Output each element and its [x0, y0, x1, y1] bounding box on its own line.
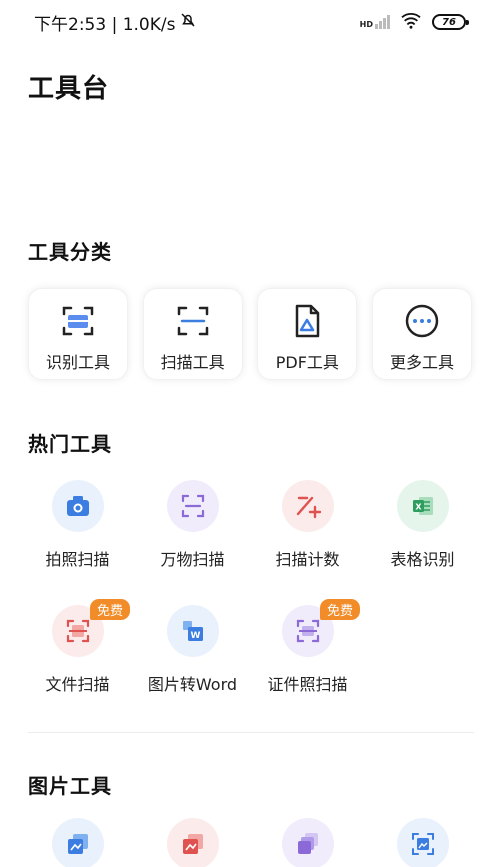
- tool-label: 万物扫描: [160, 550, 225, 569]
- tool-label: 表格识别: [390, 550, 455, 569]
- free-badge: 免费: [90, 599, 131, 620]
- status-time-speed: 下午2:53 | 1.0K/s: [34, 14, 176, 35]
- svg-text:W: W: [190, 631, 200, 641]
- more-icon: [404, 303, 440, 339]
- tool-label: 文件扫描: [45, 675, 110, 694]
- image-stack-icon: [281, 818, 334, 867]
- tool-label: 扫描计数: [275, 550, 340, 569]
- category-more[interactable]: 更多工具: [371, 288, 472, 380]
- wifi-icon: [400, 11, 422, 33]
- image-tool-3[interactable]: [250, 818, 365, 867]
- section-divider: [28, 732, 474, 733]
- category-list: 识别工具 扫描工具 PDF工具 更多工具: [28, 288, 472, 380]
- hot-tools-row-2: 免费 文件扫描 W 图片转Word 免费 证件照扫描: [20, 599, 480, 695]
- status-bar: 下午2:53 | 1.0K/s HD 76: [0, 0, 500, 44]
- tool-file-scan[interactable]: 免费 文件扫描: [20, 599, 135, 695]
- tool-id-photo-scan[interactable]: 免费 证件照扫描: [250, 599, 365, 695]
- tool-scan-count[interactable]: 扫描计数: [250, 480, 365, 570]
- signal-icon: HD: [360, 15, 390, 29]
- category-label: 扫描工具: [160, 353, 225, 372]
- image-edit-icon: [166, 818, 219, 867]
- count-icon: [281, 480, 334, 532]
- category-recognize[interactable]: 识别工具: [28, 288, 128, 380]
- category-label: 识别工具: [45, 353, 110, 372]
- section-title-image: 图片工具: [28, 774, 112, 798]
- tool-label: 证件照扫描: [267, 675, 348, 694]
- section-title-categories: 工具分类: [28, 240, 112, 264]
- tool-object-scan[interactable]: 万物扫描: [135, 480, 250, 570]
- hot-tools-row-1: 拍照扫描 万物扫描 扫描计数 X 表格识别: [20, 480, 480, 570]
- tool-image-to-word[interactable]: W 图片转Word: [135, 605, 250, 695]
- image-tool-1[interactable]: [20, 818, 135, 867]
- camera-icon: [51, 480, 104, 532]
- battery-indicator: 76: [432, 14, 469, 30]
- category-pdf[interactable]: PDF工具: [257, 288, 358, 380]
- excel-icon: X: [396, 480, 449, 532]
- tool-table-recognize[interactable]: X 表格识别: [365, 480, 480, 570]
- free-badge: 免费: [320, 599, 361, 620]
- recognize-icon: [60, 303, 96, 339]
- category-scan[interactable]: 扫描工具: [142, 288, 243, 380]
- network-label: HD: [359, 20, 373, 29]
- section-title-hot: 热门工具: [28, 432, 112, 456]
- tool-photo-scan[interactable]: 拍照扫描: [20, 480, 135, 570]
- image-scan-icon: [396, 818, 449, 867]
- tool-label: 图片转Word: [147, 675, 238, 694]
- image-compress-icon: [51, 818, 104, 867]
- category-label: 更多工具: [389, 353, 454, 372]
- mute-bell-icon: [179, 11, 197, 34]
- tool-label: 拍照扫描: [45, 550, 110, 569]
- svg-text:X: X: [415, 503, 422, 512]
- scan-frame-icon: [175, 303, 211, 339]
- pdf-icon: [289, 303, 325, 339]
- scan-icon: [166, 480, 219, 532]
- image-tools-row: [20, 818, 480, 867]
- category-label: PDF工具: [275, 353, 339, 372]
- page-title: 工具台: [28, 74, 110, 104]
- image-tool-4[interactable]: [365, 818, 480, 867]
- image-tool-2[interactable]: [135, 818, 250, 867]
- word-icon: W: [166, 605, 219, 657]
